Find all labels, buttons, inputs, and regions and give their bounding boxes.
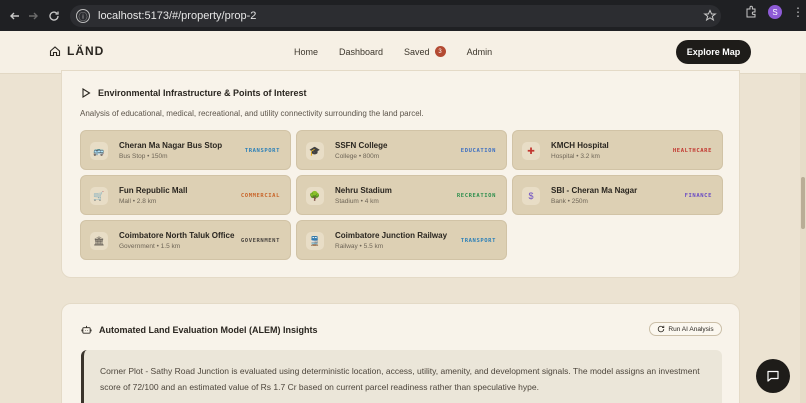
nav-home[interactable]: Home xyxy=(294,47,318,57)
url-text: localhost:5173/#/property/prop-2 xyxy=(98,10,257,22)
play-outline-icon xyxy=(82,88,91,98)
extensions-icon[interactable] xyxy=(744,5,758,19)
run-ai-analysis-button[interactable]: Run AI Analysis xyxy=(649,322,722,336)
poi-card[interactable]: ✚ KMCH Hospital Hospital • 3.2 km HEALTHCAR… xyxy=(512,130,723,170)
infrastructure-panel: Environmental Infrastructure & Points of… xyxy=(61,70,740,278)
app-header: LÄND Home Dashboard Saved 3 Admin Explor… xyxy=(0,31,806,74)
chat-bubble-icon xyxy=(767,370,779,382)
infrastructure-title-text: Environmental Infrastructure & Points of… xyxy=(98,88,307,98)
poi-meta: Bus Stop • 150m xyxy=(119,153,168,160)
poi-name: KMCH Hospital xyxy=(551,141,609,150)
poi-category-tag: GOVERNMENT xyxy=(240,238,280,244)
poi-meta: College • 800m xyxy=(335,153,380,160)
chat-button[interactable] xyxy=(756,359,790,393)
poi-meta: Bank • 250m xyxy=(551,198,588,205)
poi-name: Coimbatore Junction Railway xyxy=(335,231,448,240)
hospital-icon: ✚ xyxy=(522,142,540,160)
poi-category-tag: TRANSPORT xyxy=(244,148,280,154)
poi-meta: Government • 1.5 km xyxy=(119,243,181,250)
reload-icon[interactable] xyxy=(43,5,65,27)
browser-toolbar: ⓘ localhost:5173/#/property/prop-2 S ⋮ xyxy=(0,0,806,31)
home-icon xyxy=(49,46,61,57)
alem-title: Automated Land Evaluation Model (ALEM) I… xyxy=(81,324,318,335)
train-icon: 🚆 xyxy=(306,232,324,250)
explore-map-button[interactable]: Explore Map xyxy=(676,40,751,64)
infrastructure-description: Analysis of educational, medical, recrea… xyxy=(80,109,424,118)
poi-category-tag: RECREATION xyxy=(456,193,496,199)
poi-category-tag: FINANCE xyxy=(684,193,712,199)
address-bar[interactable]: ⓘ localhost:5173/#/property/prop-2 xyxy=(70,5,721,27)
browser-menu-icon[interactable]: ⋮ xyxy=(792,6,804,18)
poi-meta: Stadium • 4 km xyxy=(335,198,379,205)
poi-card[interactable]: $ SBI - Cheran Ma Nagar Bank • 250m FINANCE xyxy=(512,175,723,215)
poi-meta: Hospital • 3.2 km xyxy=(551,153,600,160)
poi-meta: Mall • 2.8 km xyxy=(119,198,157,205)
main-nav: Home Dashboard Saved 3 Admin xyxy=(294,46,513,57)
nav-admin[interactable]: Admin xyxy=(467,47,493,57)
poi-name: SBI - Cheran Ma Nagar xyxy=(551,186,638,195)
poi-name: Coimbatore North Taluk Office xyxy=(119,231,235,240)
bus-icon: 🚌 xyxy=(90,142,108,160)
site-info-icon[interactable]: ⓘ xyxy=(76,9,90,23)
poi-name: SSFN College xyxy=(335,141,388,150)
poi-name: Cheran Ma Nagar Bus Stop xyxy=(119,141,223,150)
nav-dashboard[interactable]: Dashboard xyxy=(339,47,383,57)
poi-card[interactable]: 🎓 SSFN College College • 800m EDUCATION xyxy=(296,130,507,170)
page-scrollbar[interactable] xyxy=(800,74,806,403)
bookmark-star-icon[interactable] xyxy=(703,9,717,23)
government-building-icon: 🏛 xyxy=(90,232,108,250)
brand-name: LÄND xyxy=(67,44,105,58)
poi-category-tag: COMMERCIAL xyxy=(240,193,280,199)
forward-arrow-icon[interactable] xyxy=(22,5,44,27)
saved-count-badge: 3 xyxy=(434,46,446,57)
shopping-cart-icon: 🛒 xyxy=(90,187,108,205)
refresh-icon xyxy=(658,325,665,333)
alem-title-text: Automated Land Evaluation Model (ALEM) I… xyxy=(99,324,318,335)
graduation-cap-icon: 🎓 xyxy=(306,142,324,160)
poi-name: Fun Republic Mall xyxy=(119,186,188,195)
run-ai-analysis-label: Run AI Analysis xyxy=(668,325,714,333)
tree-icon: 🌳 xyxy=(306,187,324,205)
scrollbar-thumb[interactable] xyxy=(801,177,805,229)
poi-meta: Railway • 5.5 km xyxy=(335,243,384,250)
poi-card[interactable]: 🚌 Cheran Ma Nagar Bus Stop Bus Stop • 150m… xyxy=(80,130,291,170)
poi-category-tag: EDUCATION xyxy=(460,148,496,154)
infrastructure-title: Environmental Infrastructure & Points of… xyxy=(81,88,307,98)
dollar-icon: $ xyxy=(522,187,540,205)
alem-panel: Automated Land Evaluation Model (ALEM) I… xyxy=(61,303,740,403)
poi-name: Nehru Stadium xyxy=(335,186,392,195)
nav-saved-label: Saved xyxy=(404,46,430,57)
poi-category-tag: HEALTHCARE xyxy=(672,148,712,154)
poi-category-tag: TRANSPORT xyxy=(460,238,496,244)
poi-card[interactable]: 🌳 Nehru Stadium Stadium • 4 km RECREATION xyxy=(296,175,507,215)
poi-card[interactable]: 🚆 Coimbatore Junction Railway Railway • 5.… xyxy=(296,220,507,260)
nav-saved[interactable]: Saved 3 xyxy=(404,46,446,57)
alem-summary: Corner Plot - Sathy Road Junction is eva… xyxy=(81,350,722,403)
brand-logo[interactable]: LÄND xyxy=(49,44,104,58)
poi-card[interactable]: 🏛 Coimbatore North Taluk Office Government… xyxy=(80,220,291,260)
profile-avatar[interactable]: S xyxy=(768,5,782,19)
robot-icon xyxy=(81,325,92,334)
poi-card[interactable]: 🛒 Fun Republic Mall Mall • 2.8 km COMMERCIA… xyxy=(80,175,291,215)
